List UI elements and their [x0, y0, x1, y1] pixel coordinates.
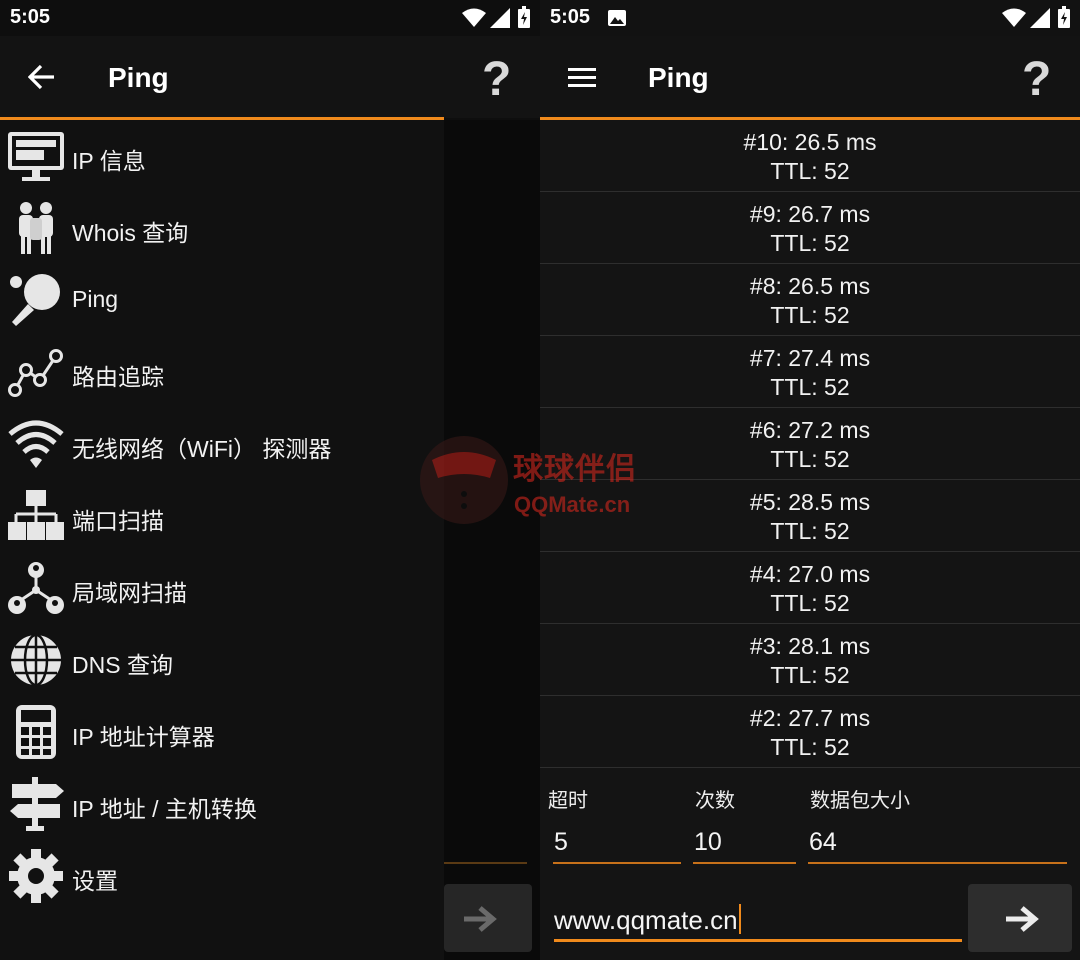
ping-time: #4: 27.0 ms	[749, 561, 871, 587]
drawer-item-label: Ping	[72, 286, 119, 312]
drawer-item-label: 路由追踪	[72, 364, 164, 390]
calculator-icon	[16, 705, 56, 759]
status-time: 5:05	[550, 6, 591, 28]
drawer-item-ip-info[interactable]: IP 信息	[0, 120, 444, 192]
ping-ttl: TTL: 52	[770, 230, 850, 256]
drawer-item-ip-calculator[interactable]: IP 地址计算器	[0, 696, 444, 768]
content-behind-drawer	[444, 120, 540, 960]
back-arrow-icon[interactable]	[28, 64, 56, 90]
cell-signal-icon	[1030, 8, 1050, 28]
drawer-item-label: IP 信息	[72, 148, 146, 174]
ping-time: #8: 26.5 ms	[749, 273, 871, 299]
drawer-item-label: Whois 查询	[72, 220, 189, 246]
list-item: #10: 26.5 ms TTL: 52	[540, 120, 1080, 192]
ping-ttl: TTL: 52	[770, 734, 850, 760]
text-cursor	[738, 904, 741, 934]
list-item: #8: 26.5 ms TTL: 52	[540, 264, 1080, 336]
status-bar: 5:05	[540, 0, 1080, 36]
watermark-title: 球球伴侣	[513, 453, 637, 486]
ping-time: #7: 27.4 ms	[749, 345, 871, 371]
timeout-label: 超时	[548, 790, 588, 812]
watermark-domain: QQMate.cn	[514, 492, 631, 517]
globe-icon	[11, 633, 61, 687]
app-bar: Ping ?	[540, 36, 1080, 118]
list-item: #7: 27.4 ms TTL: 52	[540, 336, 1080, 408]
drawer-item-port-scan[interactable]: 端口扫描	[0, 480, 444, 552]
battery-charging-icon	[518, 6, 530, 28]
page-title: Ping	[108, 62, 169, 93]
hidden-send-button	[444, 884, 532, 952]
help-button[interactable]: ?	[1022, 52, 1051, 107]
drawer-item-traceroute[interactable]: 路由追踪	[0, 336, 444, 408]
list-item: #2: 27.7 ms TTL: 52	[540, 696, 1080, 768]
ping-time: #2: 27.7 ms	[749, 705, 871, 731]
arrow-right-icon	[1006, 906, 1039, 932]
host-input[interactable]: www.qqmate.cn	[554, 904, 741, 936]
navigation-drawer: IP 信息 Whois 查询 Ping 路由追踪 无线网络（WiFi） 探测器 …	[0, 120, 444, 960]
list-item: #9: 26.7 ms TTL: 52	[540, 192, 1080, 264]
drawer-item-label: 端口扫描	[72, 508, 164, 534]
image-notification-icon	[608, 10, 626, 26]
ping-ttl: TTL: 52	[770, 374, 850, 400]
list-item: #4: 27.0 ms TTL: 52	[540, 552, 1080, 624]
wifi-signal-icon	[1002, 8, 1026, 27]
packet-size-label: 数据包大小	[810, 790, 910, 812]
drawer-item-lan-scan[interactable]: 局域网扫描	[0, 552, 444, 624]
app-bar: Ping ?	[0, 36, 540, 118]
drawer-item-label: IP 地址 / 主机转换	[72, 796, 257, 822]
timeout-field[interactable]: 5	[554, 828, 568, 857]
people-icon	[19, 202, 53, 254]
host-input-text: www.qqmate.cn	[554, 905, 738, 935]
start-ping-button[interactable]	[968, 884, 1072, 952]
gear-icon	[9, 849, 63, 903]
ping-pong-icon	[10, 274, 60, 326]
drawer-item-settings[interactable]: 设置	[0, 840, 444, 912]
drawer-item-ping[interactable]: Ping	[0, 264, 444, 336]
help-button[interactable]: ?	[482, 52, 511, 107]
cell-signal-icon	[490, 8, 510, 28]
network-ports-icon	[8, 490, 64, 540]
ping-time: #3: 28.1 ms	[749, 633, 871, 659]
drawer-item-whois[interactable]: Whois 查询	[0, 192, 444, 264]
drawer-item-label: DNS 查询	[72, 652, 173, 678]
drawer-item-label: 无线网络（WiFi） 探测器	[72, 436, 332, 462]
lan-users-icon	[8, 562, 64, 614]
packet-size-field[interactable]: 64	[809, 828, 837, 857]
timeout-field-underline	[553, 862, 681, 864]
count-field-underline	[693, 862, 796, 864]
page-title: Ping	[648, 62, 709, 93]
count-field[interactable]: 10	[694, 828, 722, 857]
list-item: #3: 28.1 ms TTL: 52	[540, 624, 1080, 696]
hidden-field-underline	[444, 862, 527, 864]
drawer-item-dns-lookup[interactable]: DNS 查询	[0, 624, 444, 696]
drawer-item-label: 局域网扫描	[72, 580, 187, 606]
host-input-underline	[554, 939, 962, 942]
arrow-right-icon	[464, 906, 497, 932]
drawer-item-label: 设置	[72, 868, 118, 894]
menu-icon[interactable]	[568, 68, 596, 88]
ping-time: #9: 26.7 ms	[749, 201, 871, 227]
status-time: 5:05	[10, 6, 51, 28]
ping-ttl: TTL: 52	[770, 590, 850, 616]
wifi-icon	[8, 420, 64, 468]
ping-ttl: TTL: 52	[770, 662, 850, 688]
wifi-signal-icon	[462, 8, 486, 27]
battery-charging-icon	[1058, 6, 1070, 28]
status-bar: 5:05	[0, 0, 540, 36]
signpost-icon	[10, 777, 64, 831]
drawer-item-wifi-scanner[interactable]: 无线网络（WiFi） 探测器	[0, 408, 444, 480]
monitor-icon	[8, 132, 64, 181]
watermark-logo-icon	[420, 436, 508, 524]
ping-ttl: TTL: 52	[770, 302, 850, 328]
count-label: 次数	[695, 790, 735, 812]
drawer-item-label: IP 地址计算器	[72, 724, 215, 750]
ping-time: #10: 26.5 ms	[743, 129, 877, 155]
drawer-item-ip-host-converter[interactable]: IP 地址 / 主机转换	[0, 768, 444, 840]
ping-ttl: TTL: 52	[770, 158, 850, 184]
route-icon	[8, 349, 63, 397]
watermark: 球球伴侣 QQMate.cn	[418, 430, 678, 530]
packet-size-field-underline	[808, 862, 1067, 864]
